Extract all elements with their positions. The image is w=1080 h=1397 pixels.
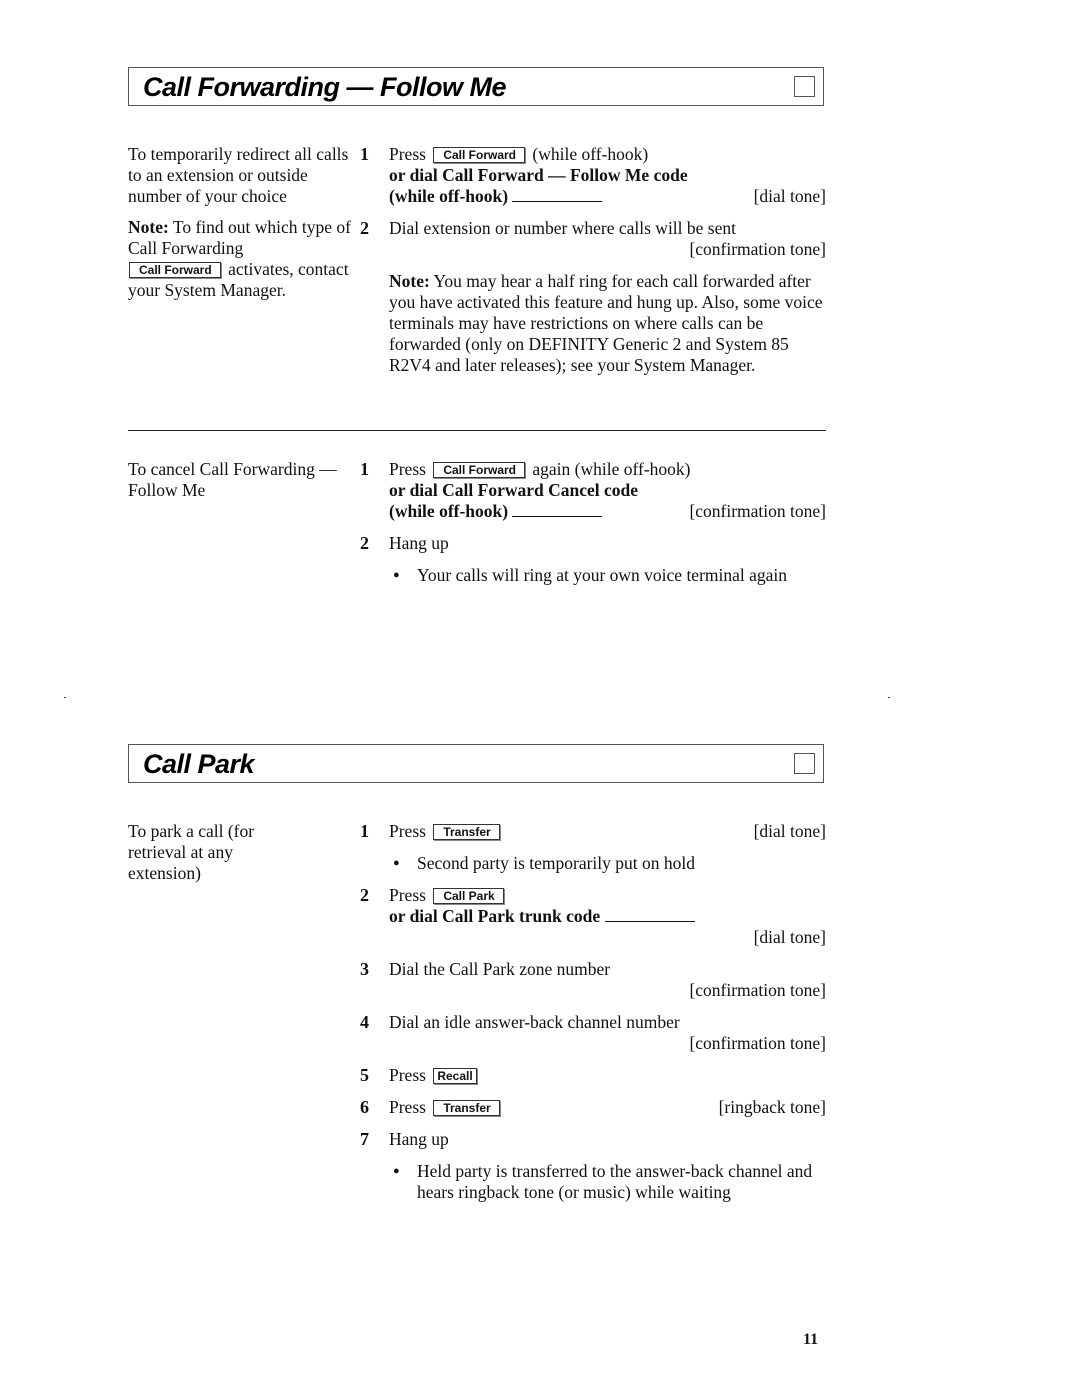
description-column: To park a call (for retrieval at any ext… xyxy=(128,821,308,884)
tone-label: [dial tone] xyxy=(753,927,826,947)
step-number: 5 xyxy=(360,1065,369,1085)
description: To cancel Call Forwarding — Follow Me xyxy=(128,459,337,500)
description: To park a call (for retrieval at any ext… xyxy=(128,821,255,883)
alt-dial-instruction: or dial Call Forward Cancel code xyxy=(389,480,639,500)
note-label: Note: xyxy=(389,271,430,291)
bullet-icon: ● xyxy=(393,857,400,869)
bullet-item: ● Second party is temporarily put on hol… xyxy=(389,853,826,874)
press-label: Press xyxy=(389,459,426,479)
step-7: 7 Hang up ● Held party is transferred to… xyxy=(360,1129,826,1203)
checkbox-icon[interactable] xyxy=(794,76,815,97)
section-title: Call Park xyxy=(143,749,255,779)
note-label: Note: xyxy=(128,217,169,237)
checkbox-icon[interactable] xyxy=(794,753,815,774)
tone-label: [dial tone] xyxy=(753,186,826,206)
call-forward-key: Call Forward xyxy=(433,462,526,478)
alt-dial-instruction: or dial Call Park trunk code xyxy=(389,906,601,926)
page-number: 11 xyxy=(803,1331,819,1348)
bullet-text: Held party is transferred to the answer-… xyxy=(417,1161,813,1202)
step-note: Note: You may hear a half ring for each … xyxy=(389,271,826,376)
step-number: 2 xyxy=(360,218,369,238)
press-label: Press xyxy=(389,885,426,905)
tone-label: [dial tone] xyxy=(753,821,826,841)
code-blank xyxy=(512,187,603,202)
bullet-icon: ● xyxy=(393,1165,400,1177)
transfer-key: Transfer xyxy=(433,1100,500,1116)
step-1: 1 Press Transfer [dial tone] ● Second pa… xyxy=(360,821,826,874)
step-text: Dial extension or number where calls wil… xyxy=(389,218,736,238)
steps-column: 1 Press Call Forward again (while off-ho… xyxy=(360,459,826,586)
press-label: Press xyxy=(389,1097,426,1117)
tone-label: [confirmation tone] xyxy=(689,980,826,1000)
step-4: 4 Dial an idle answer-back channel numbe… xyxy=(360,1012,826,1054)
step-number: 4 xyxy=(360,1012,369,1032)
step-number: 2 xyxy=(360,533,369,553)
step-text: Hang up xyxy=(389,1129,449,1149)
step-text: (while off-hook) xyxy=(532,144,649,164)
bullet-item: ● Your calls will ring at your own voice… xyxy=(389,565,826,586)
step-5: 5 Press Recall xyxy=(360,1065,826,1086)
press-label: Press xyxy=(389,144,426,164)
step-number: 7 xyxy=(360,1129,369,1149)
bullet-text: Second party is temporarily put on hold xyxy=(417,853,696,873)
description-column: To temporarily redirect all calls to an … xyxy=(128,144,353,301)
bullet-text: Your calls will ring at your own voice t… xyxy=(417,565,788,585)
section-header-call-forwarding: Call Forwarding — Follow Me xyxy=(128,67,824,106)
step-3: 3 Dial the Call Park zone number [confir… xyxy=(360,959,826,1001)
step-text: Hang up xyxy=(389,533,449,553)
step-number: 2 xyxy=(360,885,369,905)
tone-label: [confirmation tone] xyxy=(689,239,826,259)
step-number: 1 xyxy=(360,144,369,164)
step-2: 2 Hang up ● Your calls will ring at your… xyxy=(360,533,826,586)
call-forward-key: Call Forward xyxy=(129,262,221,278)
note-text: You may hear a half ring for each call f… xyxy=(389,271,823,375)
step-number: 6 xyxy=(360,1097,369,1117)
crop-mark xyxy=(888,697,890,698)
section-title: Call Forwarding — Follow Me xyxy=(143,72,507,102)
step-number: 1 xyxy=(360,459,369,479)
press-label: Press xyxy=(389,1065,426,1085)
step-text: Dial an idle answer-back channel number xyxy=(389,1012,680,1032)
divider xyxy=(128,430,826,431)
section-header-call-park: Call Park xyxy=(128,744,824,783)
steps-column: 1 Press Transfer [dial tone] ● Second pa… xyxy=(360,821,826,1203)
step-1: 1 Press Call Forward again (while off-ho… xyxy=(360,459,826,522)
step-6: 6 Press Transfer [ringback tone] xyxy=(360,1097,826,1118)
step-number: 3 xyxy=(360,959,369,979)
call-forward-key: Call Forward xyxy=(433,147,526,163)
description-column: To cancel Call Forwarding — Follow Me xyxy=(128,459,353,501)
bullet-icon: ● xyxy=(393,569,400,581)
alt-dial-instruction-cont: (while off-hook) xyxy=(389,186,509,206)
step-2: 2 Press Call Park or dial Call Park trun… xyxy=(360,885,826,948)
recall-key: Recall xyxy=(433,1068,477,1084)
tone-label: [ringback tone] xyxy=(718,1097,826,1117)
tone-label: [confirmation tone] xyxy=(689,501,826,521)
step-1: 1 Press Call Forward (while off-hook) or… xyxy=(360,144,826,207)
transfer-key: Transfer xyxy=(433,824,500,840)
step-2: 2 Dial extension or number where calls w… xyxy=(360,218,826,376)
code-blank xyxy=(604,907,695,922)
bullet-item: ● Held party is transferred to the answe… xyxy=(389,1161,826,1203)
step-text: again (while off-hook) xyxy=(532,459,691,479)
description: To temporarily redirect all calls to an … xyxy=(128,144,349,206)
alt-dial-instruction: or dial Call Forward — Follow Me code xyxy=(389,165,688,185)
press-label: Press xyxy=(389,821,426,841)
call-park-key: Call Park xyxy=(433,888,504,904)
tone-label: [confirmation tone] xyxy=(689,1033,826,1053)
step-text: Dial the Call Park zone number xyxy=(389,959,611,979)
alt-dial-instruction-cont: (while off-hook) xyxy=(389,501,509,521)
side-note: Note: To find out which type of Call For… xyxy=(128,217,353,301)
steps-column: 1 Press Call Forward (while off-hook) or… xyxy=(360,144,826,376)
code-blank xyxy=(512,502,603,517)
step-number: 1 xyxy=(360,821,369,841)
crop-mark xyxy=(64,697,66,698)
